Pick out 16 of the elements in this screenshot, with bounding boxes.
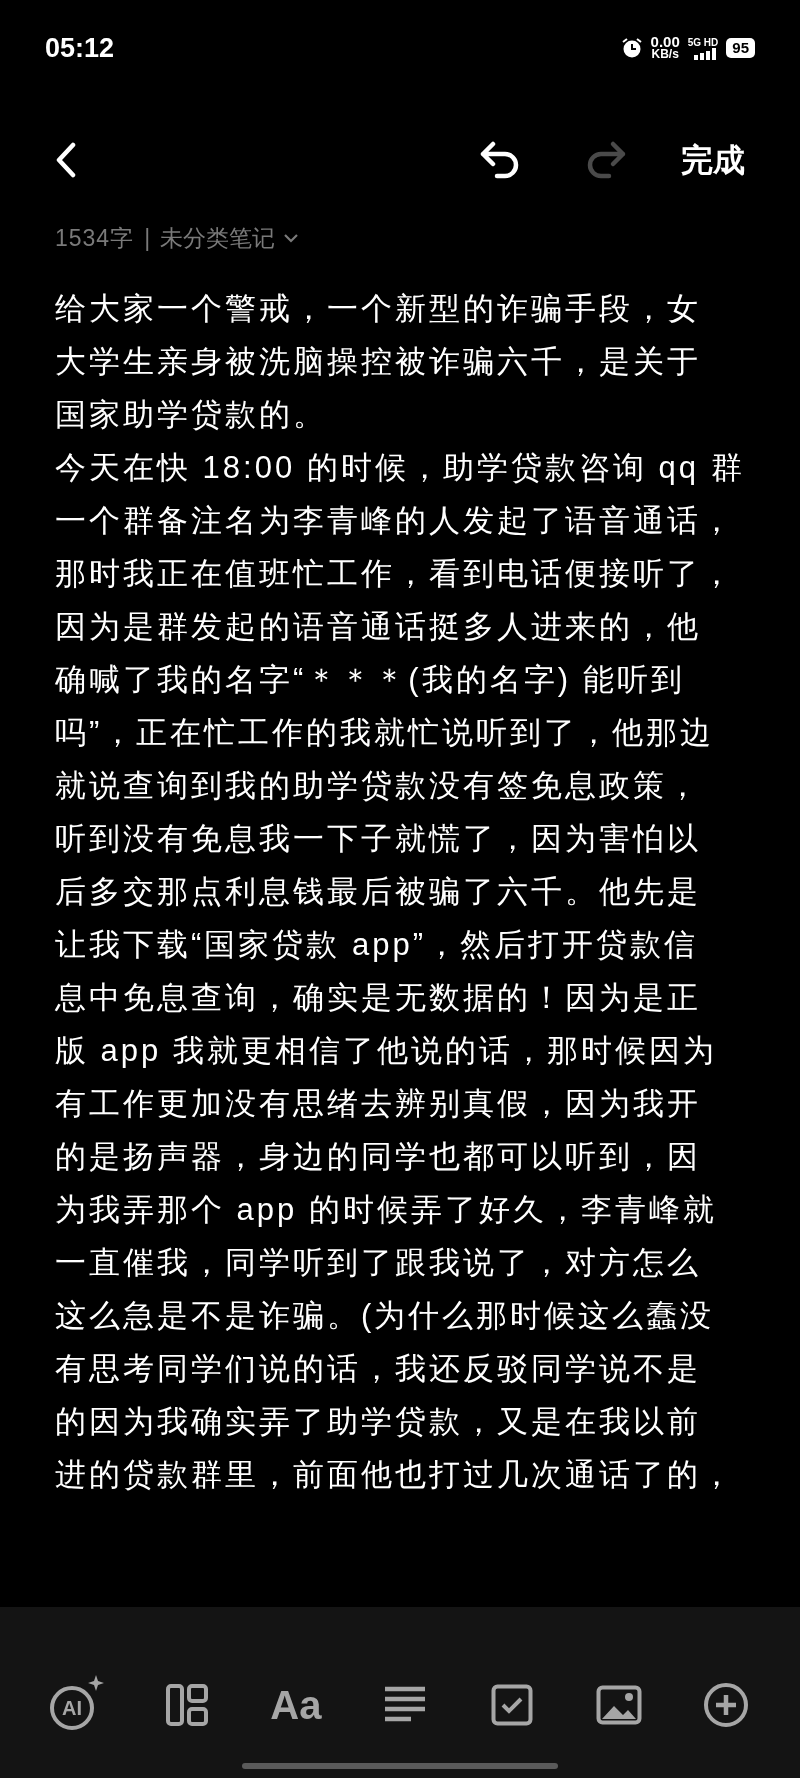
separator: | bbox=[144, 223, 151, 253]
category-dropdown[interactable]: 未分类笔记 bbox=[160, 220, 300, 256]
font-button[interactable]: Aa bbox=[270, 1675, 322, 1735]
word-count: 1534字 bbox=[55, 223, 135, 253]
battery-indicator: 95 bbox=[726, 38, 755, 58]
chevron-down-icon bbox=[283, 233, 300, 243]
network-label: 5G HD bbox=[687, 36, 719, 48]
note-paragraph: 给大家一个警戒，一个新型的诈骗手段，女 大学生亲身被洗脑操控被诈骗六千，是关于 国家助学贷款的。 bbox=[55, 290, 701, 434]
note-paragraph: 今天在快 18:00 的时候，助学贷款咨询 qq 群 一个群备注名为李青峰的人发起了语音通话， 那时我正在值班忙工作，看到电话便接听了， 因为是群发起的语音通话挺多人进来的，他 确喊了我的名字“＊＊＊(我的名字) 能听到 吗”，正在忙工作的我就忙说听到了，他那边 就说查询到我的助学贷款没有签免息政策， 听到没有免息我一下子就慌了，因为害怕以 后多交那点利息钱最后被骗了六千。他先是 让我下载“国家贷款 app”，然后打开贷款信 息中免息查询，确实是无数据的！因为是正 版 app 我就更相信了他说的话，那时候因为 有工作更加没有思绪去辨别真假，因为我开 的是扬声器，身边的同学也都可以听到，因 为我弄那个 app 的时候弄了好久，李青峰就 一直催我，同学听到了跟我说了，对方怎么 这么急是不是诈骗。(为什么那时候这么蠢没 有思考同学们说的话，我还反驳同学说不是 的因为我确实弄了助学贷款，又是在我以前 进的贷款群里，前面他也打过几次通话了的， bbox=[55, 449, 745, 1494]
sparkle-icon bbox=[88, 1675, 104, 1691]
back-icon bbox=[55, 142, 77, 178]
network-speed-unit: KB/s bbox=[651, 48, 679, 61]
alarm-icon bbox=[620, 37, 643, 59]
network-speed: 0.00 bbox=[650, 35, 680, 48]
done-button[interactable]: 完成 bbox=[681, 136, 745, 184]
status-time: 05:12 bbox=[45, 31, 115, 65]
